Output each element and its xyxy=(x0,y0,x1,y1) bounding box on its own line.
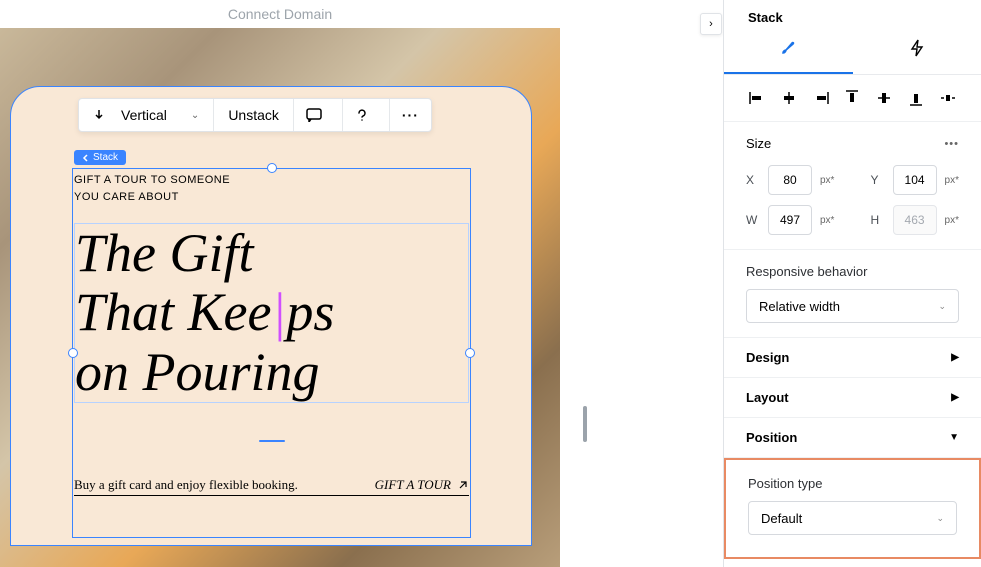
comment-icon xyxy=(306,108,322,122)
y-label: Y xyxy=(871,173,885,187)
tab-interactions[interactable] xyxy=(853,39,981,74)
position-body: Position type Default ⌄ xyxy=(724,458,981,559)
stack-breadcrumb[interactable]: Stack xyxy=(74,150,126,165)
floating-toolbar: Vertical ⌄ Unstack ··· xyxy=(78,98,432,132)
chevron-right-icon: › xyxy=(709,18,713,30)
align-bottom-icon xyxy=(909,90,923,106)
chevron-down-icon: ▼ xyxy=(949,432,959,443)
page-title: Connect Domain xyxy=(228,6,332,22)
collapse-spacer[interactable] xyxy=(74,429,469,447)
more-button[interactable]: ··· xyxy=(390,99,431,131)
brush-icon xyxy=(779,39,797,57)
align-top-button[interactable] xyxy=(841,87,863,109)
headline-selection[interactable]: The Gift That Kee|ps on Pouring xyxy=(74,223,469,403)
size-more-button[interactable]: ••• xyxy=(944,138,959,150)
responsive-section: Responsive behavior Relative width ⌄ xyxy=(724,250,981,338)
help-button[interactable] xyxy=(343,99,390,131)
lightning-icon xyxy=(909,39,925,57)
inspector-tabs xyxy=(724,25,981,75)
size-label: Size xyxy=(746,136,771,151)
align-center-v-button[interactable] xyxy=(873,87,895,109)
direction-dropdown[interactable]: Vertical ⌄ xyxy=(79,99,214,131)
resize-handle-right[interactable] xyxy=(465,348,475,358)
align-left-icon xyxy=(749,91,765,105)
tab-design[interactable] xyxy=(724,39,853,74)
panel-collapse-toggle[interactable]: › xyxy=(700,13,722,35)
distribute-button[interactable] xyxy=(937,87,959,109)
chevron-right-icon: ▶ xyxy=(951,392,959,403)
more-icon: ··· xyxy=(402,107,419,123)
h-label: H xyxy=(871,213,885,227)
y-input[interactable] xyxy=(893,165,937,195)
responsive-label: Responsive behavior xyxy=(746,264,959,279)
card-content: GIFT A TOUR TO SOMEONE YOU CARE ABOUT Th… xyxy=(74,172,469,496)
resize-handle-left[interactable] xyxy=(68,348,78,358)
h-input xyxy=(893,205,937,235)
align-center-v-icon xyxy=(877,90,891,106)
chevron-down-icon: ⌄ xyxy=(938,301,946,312)
chevron-down-icon: ⌄ xyxy=(936,513,944,524)
scrollbar-thumb[interactable] xyxy=(583,406,587,442)
align-right-icon xyxy=(813,91,829,105)
distribute-icon xyxy=(940,91,956,105)
align-right-button[interactable] xyxy=(810,87,832,109)
position-type-dropdown[interactable]: Default ⌄ xyxy=(748,501,957,535)
position-accordion[interactable]: Position ▼ xyxy=(724,418,981,458)
inspector-title: Stack xyxy=(724,0,981,25)
layout-accordion[interactable]: Layout ▶ xyxy=(724,378,981,418)
w-input[interactable] xyxy=(768,205,812,235)
align-center-h-icon xyxy=(781,91,797,105)
position-type-label: Position type xyxy=(748,476,957,491)
unstack-button[interactable]: Unstack xyxy=(214,99,294,131)
responsive-dropdown[interactable]: Relative width ⌄ xyxy=(746,289,959,323)
eyebrow-text[interactable]: GIFT A TOUR TO SOMEONE YOU CARE ABOUT xyxy=(74,172,469,205)
page-header: Connect Domain xyxy=(0,0,560,28)
headline-text[interactable]: The Gift That Kee|ps on Pouring xyxy=(75,224,468,402)
align-center-h-button[interactable] xyxy=(778,87,800,109)
x-label: X xyxy=(746,173,760,187)
arrow-outward-icon xyxy=(457,479,469,491)
w-label: W xyxy=(746,213,760,227)
align-top-icon xyxy=(845,90,859,106)
alignment-row xyxy=(724,75,981,122)
resize-handle-top[interactable] xyxy=(267,163,277,173)
chevron-right-icon: ▶ xyxy=(951,352,959,363)
align-left-button[interactable] xyxy=(746,87,768,109)
inspector-panel: Stack Size ••• X px* Y xyxy=(723,0,981,567)
bottom-text[interactable]: Buy a gift card and enjoy flexible booki… xyxy=(74,477,298,493)
chevron-down-icon: ⌄ xyxy=(191,110,199,121)
chevron-left-icon xyxy=(82,154,90,162)
arrow-down-icon xyxy=(93,109,105,121)
text-cursor: | xyxy=(272,282,287,342)
help-icon xyxy=(355,108,369,122)
design-accordion[interactable]: Design ▶ xyxy=(724,338,981,378)
bottom-row: Buy a gift card and enjoy flexible booki… xyxy=(74,477,469,496)
gift-link[interactable]: GIFT A TOUR xyxy=(375,477,469,493)
align-bottom-button[interactable] xyxy=(905,87,927,109)
size-section: Size ••• X px* Y px* W px* H xyxy=(724,122,981,250)
x-input[interactable] xyxy=(768,165,812,195)
canvas-area: Connect Domain Stack Vertical ⌄ Unstack … xyxy=(0,0,720,567)
comment-button[interactable] xyxy=(294,99,343,131)
